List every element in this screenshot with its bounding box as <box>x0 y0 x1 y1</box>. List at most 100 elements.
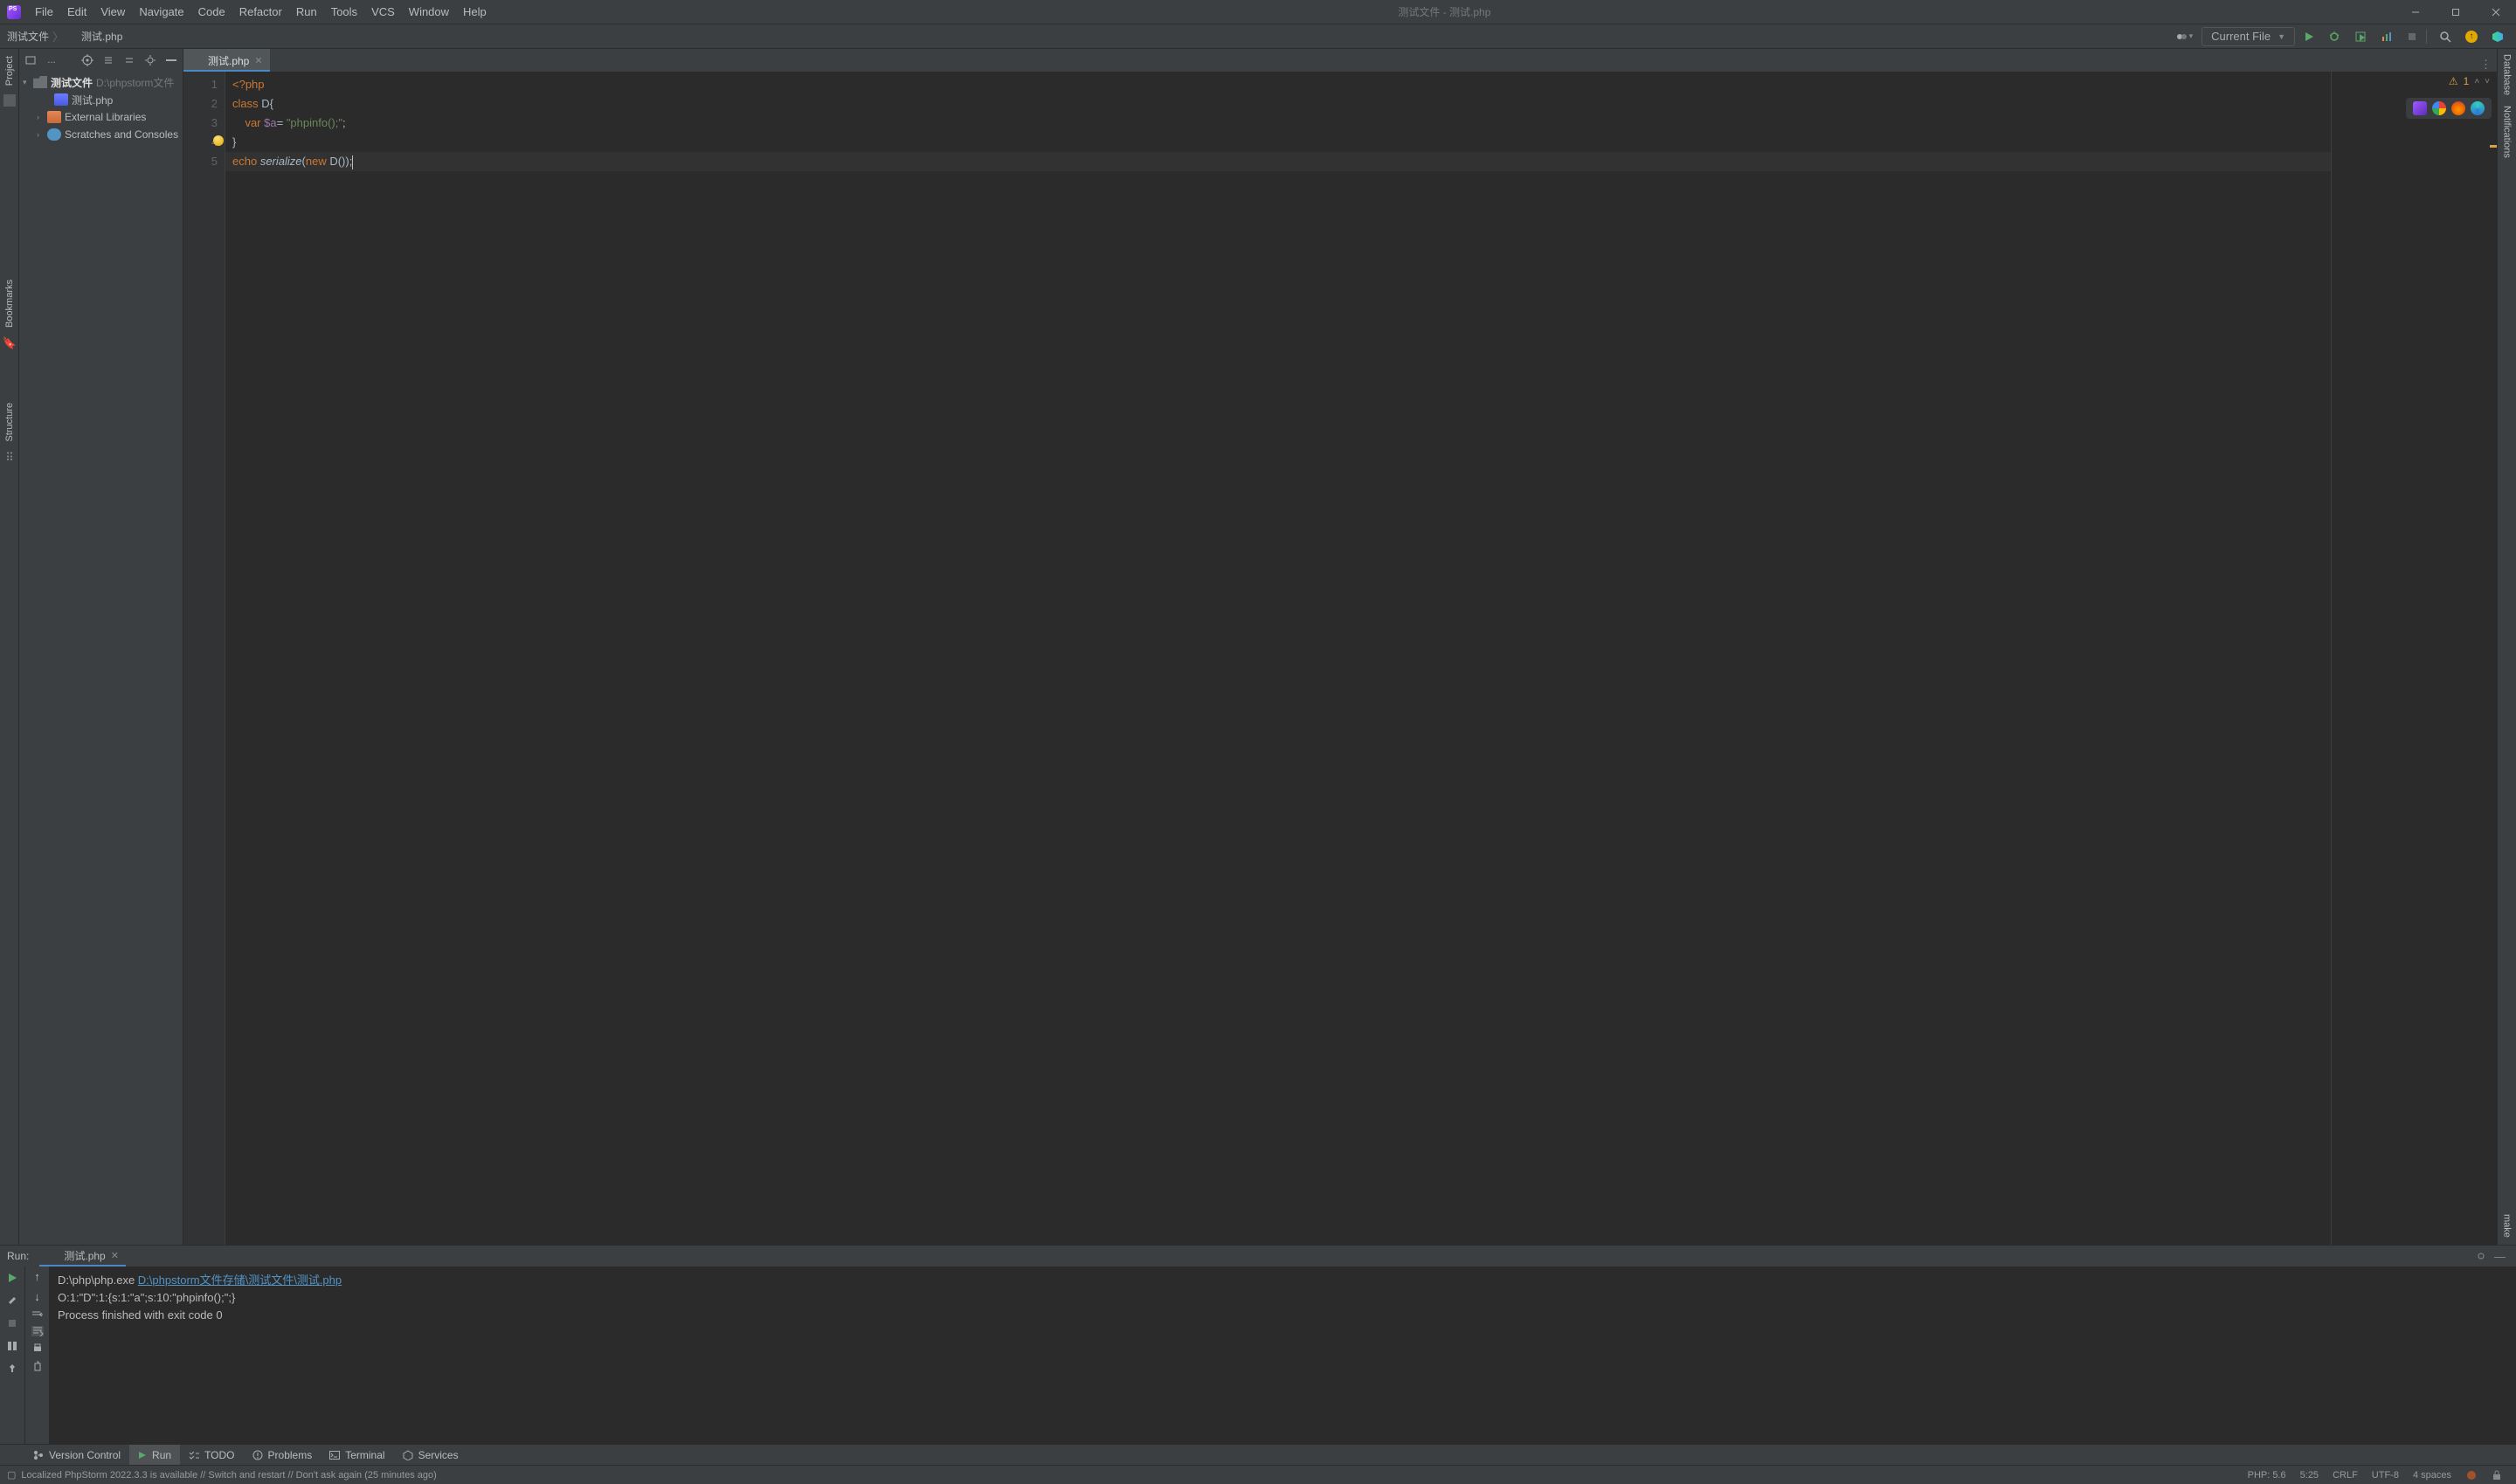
status-icon[interactable]: ▢ <box>7 1469 16 1481</box>
profile-button[interactable] <box>2375 27 2398 46</box>
terminal-icon <box>329 1451 340 1460</box>
menu-code[interactable]: Code <box>191 0 232 24</box>
chrome-icon[interactable] <box>2432 101 2446 115</box>
minimize-button[interactable] <box>2395 0 2436 24</box>
run-button[interactable] <box>2298 27 2319 46</box>
editor-tab-active[interactable]: 测试.php ✕ <box>183 49 270 72</box>
status-caret-pos[interactable]: 5:25 <box>2293 1470 2326 1481</box>
hide-panel-icon[interactable] <box>163 52 179 68</box>
nav-toolbar: 测试文件 〉 测试.php ▾ Current File ▼ ↑ <box>0 24 2516 49</box>
menu-window[interactable]: Window <box>402 0 456 24</box>
scroll-down-icon[interactable]: ↓ <box>34 1290 40 1303</box>
tab-project[interactable]: Project <box>4 56 15 86</box>
tree-root[interactable]: ▾ 测试文件 D:\phpstorm文件 <box>19 73 183 91</box>
status-php[interactable]: PHP: 5.6 <box>2241 1470 2293 1481</box>
project-icon[interactable] <box>3 94 16 107</box>
menu-tools[interactable]: Tools <box>324 0 364 24</box>
status-message[interactable]: Localized PhpStorm 2022.3.3 is available… <box>21 1470 436 1481</box>
breadcrumb-sep-icon: 〉 <box>52 28 64 45</box>
breadcrumb-file[interactable]: 测试.php <box>81 29 122 44</box>
run-tab[interactable]: 测试.php ✕ <box>39 1246 126 1267</box>
hide-run-panel-icon[interactable]: — <box>2491 1250 2509 1263</box>
layout-icon[interactable] <box>4 1338 20 1354</box>
folder-icon <box>33 76 47 88</box>
tab-problems[interactable]: Problems <box>244 1445 321 1466</box>
status-lock-icon[interactable] <box>2485 1470 2509 1481</box>
editor-tab-label: 测试.php <box>208 53 249 68</box>
tab-database[interactable]: Database <box>2502 54 2513 95</box>
stop-icon[interactable] <box>4 1315 20 1331</box>
tree-file-1[interactable]: 测试.php <box>19 91 183 108</box>
tab-make[interactable]: make <box>2502 1214 2513 1238</box>
firefox-icon[interactable] <box>2451 101 2465 115</box>
stop-button[interactable] <box>2402 27 2423 46</box>
breadcrumb-root[interactable]: 测试文件 <box>7 29 49 44</box>
run-control-column-1 <box>0 1267 24 1444</box>
status-line-ending[interactable]: CRLF <box>2326 1470 2365 1481</box>
status-inspection-icon[interactable] <box>2458 1469 2485 1481</box>
tab-notifications[interactable]: Notifications <box>2502 106 2513 158</box>
tab-run[interactable]: Run <box>129 1445 180 1466</box>
menu-edit[interactable]: Edit <box>60 0 93 24</box>
status-indent[interactable]: 4 spaces <box>2406 1470 2458 1481</box>
debug-button[interactable] <box>2323 27 2346 46</box>
edge-icon[interactable] <box>2471 101 2485 115</box>
locate-icon[interactable] <box>79 52 95 68</box>
search-everywhere-icon[interactable] <box>2434 27 2457 46</box>
tab-version-control[interactable]: Version Control <box>24 1445 129 1466</box>
tab-services[interactable]: Services <box>394 1445 467 1466</box>
run-header: Run: 测试.php ✕ — <box>0 1246 2516 1267</box>
menu-vcs[interactable]: VCS <box>364 0 402 24</box>
run-config-dropdown[interactable]: Current File ▼ <box>2202 27 2295 46</box>
menu-view[interactable]: View <box>93 0 132 24</box>
error-stripe[interactable] <box>2332 119 2497 1245</box>
ide-update-icon[interactable]: ↑ <box>2460 27 2483 46</box>
coverage-button[interactable] <box>2349 27 2372 46</box>
editor[interactable]: 12345 <?php class D{ var $a= "phpinfo();… <box>183 72 2497 1245</box>
maximize-button[interactable] <box>2436 0 2476 24</box>
tab-todo[interactable]: TODO <box>180 1445 243 1466</box>
phpstorm-preview-icon[interactable] <box>2413 101 2427 115</box>
intention-bulb-icon[interactable] <box>213 135 224 146</box>
pin-icon[interactable] <box>4 1361 20 1377</box>
code-area[interactable]: <?php class D{ var $a= "phpinfo();"; } e… <box>225 72 2331 1245</box>
tab-bookmarks[interactable]: Bookmarks <box>4 280 15 328</box>
next-highlight-icon[interactable]: ˅ <box>2485 77 2490 86</box>
close-run-tab-icon[interactable]: ✕ <box>111 1250 119 1261</box>
scroll-up-icon[interactable]: ↑ <box>34 1270 40 1283</box>
close-button[interactable] <box>2476 0 2516 24</box>
modify-run-icon[interactable] <box>4 1293 20 1308</box>
tab-structure[interactable]: Structure <box>4 403 15 442</box>
collapse-all-icon[interactable] <box>121 52 137 68</box>
run-console[interactable]: D:\php\php.exe D:\phpstorm文件存储\测试文件\测试.p… <box>49 1267 2516 1444</box>
tab-terminal[interactable]: Terminal <box>321 1445 393 1466</box>
menu-help[interactable]: Help <box>456 0 494 24</box>
soft-wrap-icon[interactable] <box>31 1310 44 1319</box>
close-tab-icon[interactable]: ✕ <box>254 55 262 66</box>
project-view-label[interactable]: ... <box>44 52 59 68</box>
project-tree[interactable]: ▾ 测试文件 D:\phpstorm文件 测试.php › External L… <box>19 72 183 1245</box>
status-encoding[interactable]: UTF-8 <box>2365 1470 2406 1481</box>
scroll-to-end-icon[interactable] <box>31 1326 44 1336</box>
tree-external-libs[interactable]: › External Libraries <box>19 108 183 126</box>
clear-icon[interactable] <box>32 1361 43 1371</box>
code-with-me-icon[interactable]: ▾ <box>2170 27 2199 46</box>
settings-icon[interactable] <box>142 52 158 68</box>
menu-file[interactable]: File <box>28 0 60 24</box>
expand-all-icon[interactable] <box>100 52 116 68</box>
problems-icon <box>252 1450 263 1460</box>
print-icon[interactable] <box>32 1343 43 1354</box>
menu-navigate[interactable]: Navigate <box>132 0 190 24</box>
prev-highlight-icon[interactable]: ˄ <box>2474 77 2479 86</box>
select-opened-file-icon[interactable] <box>23 52 38 68</box>
run-settings-icon[interactable] <box>2471 1250 2491 1262</box>
warning-marker[interactable] <box>2490 145 2497 148</box>
menu-refactor[interactable]: Refactor <box>232 0 289 24</box>
inspections-widget[interactable]: ⚠ 1 ˄ ˅ <box>2332 72 2497 91</box>
console-file-link[interactable]: D:\phpstorm文件存储\测试文件\测试.php <box>138 1273 342 1287</box>
rerun-icon[interactable] <box>4 1270 20 1286</box>
menu-run[interactable]: Run <box>289 0 324 24</box>
tree-scratches[interactable]: › Scratches and Consoles <box>19 126 183 143</box>
jetbrains-toolbox-icon[interactable] <box>2486 27 2509 46</box>
tab-actions-icon[interactable]: ⋮ <box>2475 58 2497 72</box>
